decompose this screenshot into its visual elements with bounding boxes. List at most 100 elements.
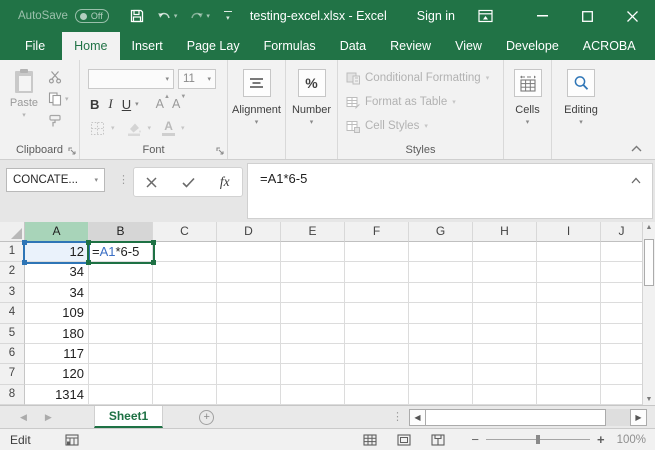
cell-styles-button[interactable]: Cell Styles ▾ [338,114,503,138]
sheet-tab-sheet1[interactable]: Sheet1 [94,406,163,428]
row-header-2[interactable]: 2 [0,262,25,282]
name-box-dropdown-icon[interactable]: ▾ [94,177,98,184]
row-header-1[interactable]: 1 [0,242,25,262]
cell-b7[interactable] [89,364,153,384]
select-all-button[interactable] [0,222,25,242]
empty-cells[interactable] [153,303,642,323]
fill-color-dropdown-icon[interactable]: ▾ [148,125,152,132]
cell-b4[interactable] [89,303,153,323]
font-color-button[interactable]: A [162,120,175,136]
bold-button[interactable]: B [90,97,99,112]
column-header-h[interactable]: H [473,222,537,242]
collapse-ribbon-button[interactable] [631,145,642,152]
empty-cells[interactable] [153,364,642,384]
autosave-control[interactable]: AutoSave Off [18,9,109,23]
format-as-table-button[interactable]: Format as Table ▾ [338,90,503,114]
ribbon-display-options-button[interactable] [463,0,508,32]
editing-group-collapsed[interactable]: Editing ▾ [552,60,610,159]
conditional-formatting-button[interactable]: Conditional Formatting ▾ [338,66,503,90]
empty-cells[interactable] [153,344,642,364]
tab-acrobat[interactable]: ACROBA [571,32,648,60]
grow-font-button[interactable]: A▲ [156,97,164,111]
cell-b3[interactable] [89,283,153,303]
zoom-slider-thumb[interactable] [536,435,540,444]
zoom-out-button[interactable]: − [471,432,479,447]
tab-formulas[interactable]: Formulas [252,32,328,60]
cell-a3[interactable]: 34 [25,283,89,303]
empty-cells[interactable] [153,324,642,344]
number-group-collapsed[interactable]: % Number ▾ [286,60,338,159]
cell-a6[interactable]: 117 [25,344,89,364]
close-button[interactable] [610,0,655,32]
copy-button[interactable]: ▾ [48,92,69,106]
page-layout-view-button[interactable] [397,434,411,446]
tab-developer[interactable]: Develope [494,32,571,60]
row-header-3[interactable]: 3 [0,283,25,303]
column-header-f[interactable]: F [345,222,409,242]
cell-b5[interactable] [89,324,153,344]
cell-b6[interactable] [89,344,153,364]
redo-dropdown-icon[interactable]: ▾ [206,12,210,20]
scroll-up-button[interactable]: ▲ [643,224,655,231]
row-header-6[interactable]: 6 [0,344,25,364]
cut-button[interactable] [48,70,69,84]
tab-home[interactable]: Home [62,32,119,60]
autosave-toggle[interactable]: Off [75,9,109,23]
cell-b1-editing[interactable]: =A1*6-5 [89,242,153,262]
zoom-slider[interactable] [486,439,590,440]
font-size-select[interactable]: 11 ▾ [178,69,216,89]
customize-qat-button[interactable]: ▾ [224,11,232,22]
column-header-a[interactable]: A [25,222,89,242]
empty-cells[interactable] [153,262,642,282]
vertical-scrollbar[interactable]: ▲ ▼ [642,222,655,405]
save-button[interactable] [125,5,149,27]
formula-bar-resize-handle[interactable]: ⋮ [118,173,128,186]
column-header-b[interactable]: B [89,222,153,242]
row-header-4[interactable]: 4 [0,303,25,323]
row-header-5[interactable]: 5 [0,324,25,344]
sign-in-button[interactable]: Sign in [417,9,455,23]
column-header-c[interactable]: C [153,222,217,242]
tell-me-box[interactable]: Tell me [648,32,655,60]
font-dialog-launcher[interactable] [216,147,224,155]
undo-dropdown-icon[interactable]: ▾ [174,12,178,20]
shrink-font-button[interactable]: A▼ [172,97,180,111]
clipboard-dialog-launcher[interactable] [68,147,76,155]
tab-insert[interactable]: Insert [120,32,175,60]
previous-sheet-button[interactable]: ◀ [20,412,27,423]
column-header-e[interactable]: E [281,222,345,242]
scroll-down-button[interactable]: ▼ [643,396,655,403]
italic-button[interactable]: I [108,96,112,112]
row-header-7[interactable]: 7 [0,364,25,384]
enter-entry-button[interactable] [182,177,195,188]
new-sheet-button[interactable]: + [199,410,214,425]
underline-dropdown-icon[interactable]: ▾ [135,101,139,108]
column-header-d[interactable]: D [217,222,281,242]
empty-cells[interactable] [153,385,642,405]
scroll-right-button[interactable]: ▶ [630,409,647,426]
horizontal-scroll-track[interactable] [606,409,630,426]
cell-a4[interactable]: 109 [25,303,89,323]
fill-color-button[interactable] [126,121,142,136]
borders-dropdown-icon[interactable]: ▾ [111,125,115,132]
scroll-left-button[interactable]: ◀ [409,409,426,426]
tab-file[interactable]: File [8,32,62,60]
horizontal-scroll-thumb[interactable] [426,409,606,426]
redo-button[interactable]: ▾ [185,7,214,26]
paste-button[interactable]: Paste ▾ [6,68,42,119]
column-header-j[interactable]: J [601,222,642,242]
cells-group-collapsed[interactable]: Cells ▾ [504,60,552,159]
font-name-select[interactable]: ▾ [88,69,174,89]
horizontal-scrollbar[interactable]: ◀ ▶ [409,409,647,426]
page-break-preview-button[interactable] [431,434,445,446]
underline-button[interactable]: U [122,97,131,112]
insert-function-button[interactable]: fx [220,174,230,190]
tab-view[interactable]: View [443,32,494,60]
normal-view-button[interactable] [363,434,377,446]
undo-button[interactable]: ▾ [153,7,182,26]
next-sheet-button[interactable]: ▶ [45,412,52,423]
collapse-formula-bar-button[interactable] [631,177,641,184]
cell-a7[interactable]: 120 [25,364,89,384]
column-header-i[interactable]: I [537,222,601,242]
borders-button[interactable] [90,121,105,136]
